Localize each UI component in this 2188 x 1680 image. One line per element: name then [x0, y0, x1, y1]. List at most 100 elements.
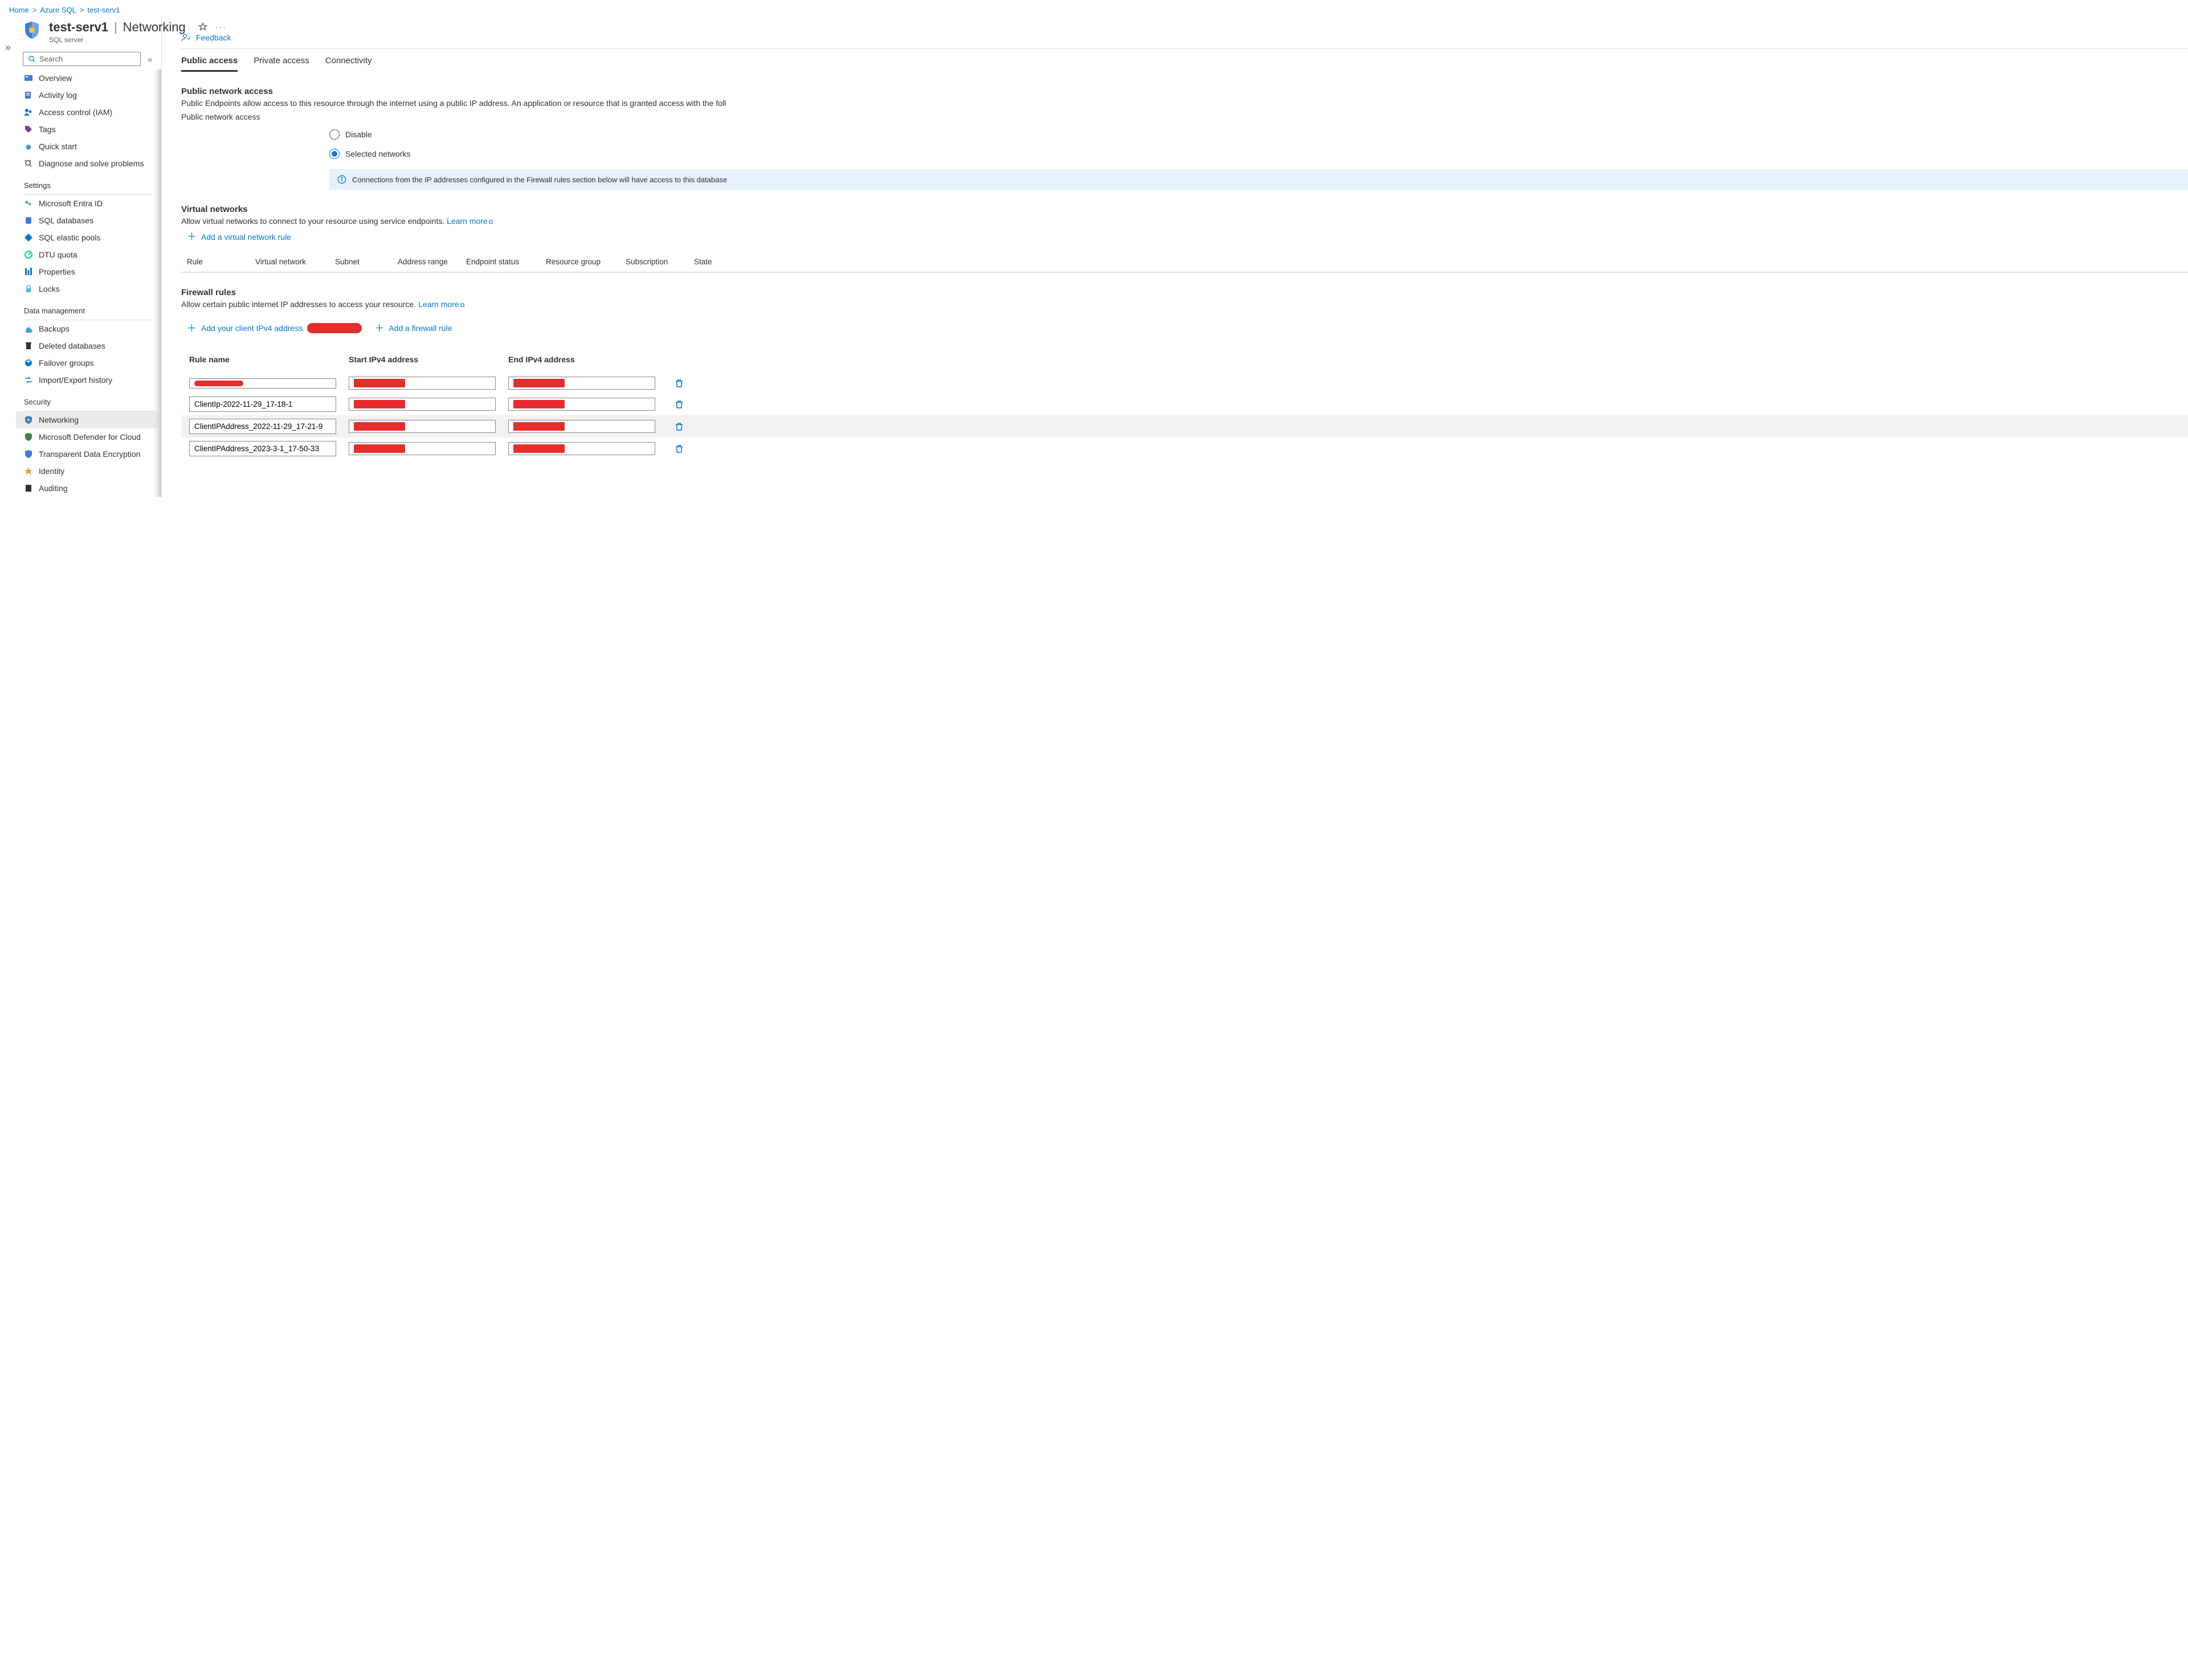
diagnose-icon [24, 159, 33, 168]
redacted-value [513, 422, 565, 431]
nav-label: Activity log [39, 91, 77, 100]
nav-elastic[interactable]: SQL elastic pools [16, 229, 161, 246]
delete-rule-icon[interactable] [674, 444, 684, 454]
breadcrumb-server[interactable]: test-serv1 [87, 6, 120, 14]
add-firewall-rule[interactable]: ＋ Add a firewall rule [374, 318, 452, 339]
col-start-ip: Start IPv4 address [349, 355, 508, 364]
more-ellipsis-icon[interactable]: ··· [215, 22, 227, 31]
search-input[interactable]: Search [23, 52, 141, 66]
radio-selected-networks[interactable]: Selected networks [329, 144, 2188, 163]
start-ip-input[interactable] [349, 420, 496, 433]
delete-rule-icon[interactable] [674, 399, 684, 410]
col-subscription[interactable]: Subscription [626, 257, 694, 266]
nav-properties[interactable]: Properties [16, 263, 161, 280]
public-access-sublabel: Public network access [181, 112, 2188, 121]
tab-public-access[interactable]: Public access [181, 56, 238, 72]
nav-locks[interactable]: Locks [16, 280, 161, 297]
nav-failover[interactable]: Failover groups [16, 354, 161, 371]
col-state[interactable]: State [694, 257, 740, 266]
nav-quick-start[interactable]: Quick start [16, 138, 161, 155]
col-rule-name: Rule name [189, 355, 349, 364]
nav-overview[interactable]: Overview [16, 70, 161, 87]
end-ip-input[interactable] [508, 442, 655, 455]
breadcrumb: Home > Azure SQL > test-serv1 [0, 0, 2188, 17]
col-rule[interactable]: Rule [187, 257, 255, 266]
col-resource-group[interactable]: Resource group [546, 257, 626, 266]
breadcrumb-azure-sql[interactable]: Azure SQL [40, 6, 76, 14]
tab-connectivity[interactable]: Connectivity [325, 56, 372, 72]
add-firewall-rule-label: Add a firewall rule [389, 324, 452, 333]
breadcrumb-sep: > [32, 6, 37, 14]
redacted-value [513, 400, 565, 408]
rule-name-input[interactable] [189, 397, 336, 412]
rule-name-input[interactable] [189, 378, 336, 389]
tab-private-access[interactable]: Private access [254, 56, 309, 72]
nav-access-control[interactable]: Access control (IAM) [16, 104, 161, 121]
networking-icon [24, 415, 33, 424]
nav-import-export[interactable]: Import/Export history [16, 371, 161, 389]
nav-sqldb[interactable]: SQL databases [16, 212, 161, 229]
nav-backups[interactable]: Backups [16, 320, 161, 337]
firewall-rule-row [181, 393, 2188, 415]
auditing-icon [24, 484, 33, 493]
add-vnet-rule[interactable]: ＋ Add a virtual network rule [181, 226, 291, 247]
col-virtual-network[interactable]: Virtual network [255, 257, 335, 266]
rule-name-input[interactable] [189, 419, 336, 434]
end-ip-input[interactable] [508, 377, 655, 390]
nav-tags[interactable]: Tags [16, 121, 161, 138]
nav-label: SQL elastic pools [39, 233, 100, 242]
rule-name-input[interactable] [189, 441, 336, 456]
nav-diagnose[interactable]: Diagnose and solve problems [16, 155, 161, 172]
nav-deleted[interactable]: Deleted databases [16, 337, 161, 354]
info-text: Connections from the IP addresses config… [352, 175, 727, 184]
section-firewall-desc: Allow certain public internet IP address… [181, 300, 2188, 309]
col-address-range[interactable]: Address range [398, 257, 466, 266]
start-ip-input[interactable] [349, 377, 496, 390]
nav-label: Transparent Data Encryption [39, 449, 140, 459]
end-ip-input[interactable] [508, 398, 655, 411]
nav-tde[interactable]: Transparent Data Encryption [16, 445, 161, 463]
import-export-icon [24, 375, 33, 385]
feedback-link[interactable]: Feedback [181, 17, 2188, 48]
tde-icon [24, 449, 33, 459]
delete-rule-icon[interactable] [674, 378, 684, 389]
breadcrumb-home[interactable]: Home [9, 6, 29, 14]
radio-icon [329, 149, 340, 159]
dtu-icon [24, 250, 33, 259]
elastic-pool-icon [24, 233, 33, 242]
favorite-star-icon[interactable] [198, 22, 207, 31]
sqldb-icon [24, 216, 33, 225]
nav-label: Identity [39, 467, 64, 476]
plus-icon: ＋ [374, 324, 384, 333]
nav-networking[interactable]: Networking [16, 411, 161, 428]
delete-rule-icon[interactable] [674, 422, 684, 432]
start-ip-input[interactable] [349, 398, 496, 411]
nav-defender[interactable]: Microsoft Defender for Cloud [16, 428, 161, 445]
col-endpoint-status[interactable]: Endpoint status [466, 257, 546, 266]
nav-label: SQL databases [39, 216, 93, 225]
radio-disable[interactable]: Disable [329, 125, 2188, 144]
add-client-ip[interactable]: ＋ Add your client IPv4 address [187, 317, 362, 339]
firewall-rule-row [181, 438, 2188, 460]
nav-label: Microsoft Entra ID [39, 199, 103, 208]
end-ip-input[interactable] [508, 420, 655, 433]
start-ip-input[interactable] [349, 442, 496, 455]
radio-label: Disable [345, 130, 372, 139]
external-link-icon: ⧉ [460, 302, 465, 309]
nav-label: Failover groups [39, 358, 94, 367]
vnet-learn-more-link[interactable]: Learn more⧉ [447, 216, 493, 226]
external-link-icon: ⧉ [489, 219, 493, 226]
overview-icon [24, 73, 33, 83]
firewall-rule-row [181, 373, 2188, 393]
nav-activity-log[interactable]: Activity log [16, 87, 161, 104]
firewall-rule-row [181, 415, 2188, 438]
expand-nav-icon[interactable]: » [0, 17, 16, 54]
collapse-sidebar-icon[interactable]: « [145, 55, 154, 64]
nav-identity[interactable]: Identity [16, 463, 161, 480]
col-subnet[interactable]: Subnet [335, 257, 398, 266]
nav-dtu[interactable]: DTU quota [16, 246, 161, 263]
nav-auditing[interactable]: Auditing [16, 480, 161, 497]
group-settings: Settings [16, 172, 161, 192]
nav-entra[interactable]: Microsoft Entra ID [16, 195, 161, 212]
firewall-learn-more-link[interactable]: Learn more⧉ [418, 300, 464, 309]
